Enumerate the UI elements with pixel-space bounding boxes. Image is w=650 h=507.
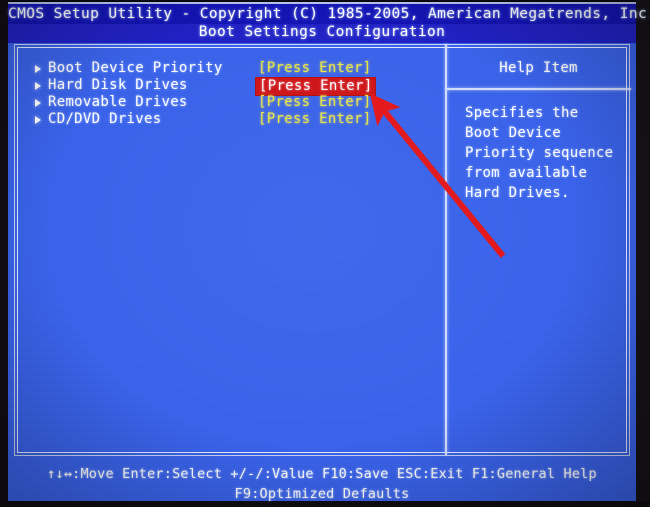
menu-item-removable-drives[interactable]: Removable Drives [Press Enter] — [8, 94, 445, 111]
key-legend-bar: ↑↓↔:Move Enter:Select +/-/:Value F10:Sav… — [8, 458, 636, 502]
bios-screen: CMOS Setup Utility - Copyright (C) 1985-… — [0, 0, 650, 507]
triangle-right-icon — [35, 82, 41, 90]
menu-item-label: Removable Drives — [48, 94, 188, 110]
page-title: Boot Settings Configuration — [198, 24, 446, 40]
menu-item-cd-dvd-drives[interactable]: CD/DVD Drives [Press Enter] — [8, 111, 445, 128]
screen-bezel-left — [0, 0, 8, 507]
help-panel-body: Specifies the Boot Device Priority seque… — [465, 103, 640, 203]
menu-item-boot-device-priority[interactable]: Boot Device Priority [Press Enter] — [8, 60, 445, 77]
triangle-right-icon — [35, 65, 41, 73]
menu-item-value[interactable]: [Press Enter] — [258, 60, 371, 77]
screen-bezel-right — [636, 0, 650, 507]
menu-item-value[interactable]: [Press Enter] — [258, 111, 371, 128]
main-field: Boot Device Priority [Press Enter] Hard … — [8, 43, 636, 501]
title-bar: CMOS Setup Utility - Copyright (C) 1985-… — [8, 2, 650, 24]
menu-item-label: Hard Disk Drives — [48, 77, 188, 93]
triangle-right-icon — [35, 99, 41, 107]
help-line: Hard Drives. — [465, 185, 570, 201]
subtitle-bar: Boot Settings Configuration — [8, 24, 636, 43]
help-line: Priority sequence — [465, 145, 614, 161]
key-legend-line-1: ↑↓↔:Move Enter:Select +/-/:Value F10:Sav… — [47, 466, 597, 482]
help-line: Specifies the — [465, 105, 579, 121]
help-line: Boot Device — [465, 125, 562, 141]
key-legend-line-2: F9:Optimized Defaults — [234, 486, 410, 502]
menu-item-value[interactable]: [Press Enter] — [258, 94, 371, 111]
boot-settings-option-list: Boot Device Priority [Press Enter] Hard … — [8, 60, 445, 128]
panel-vertical-divider — [445, 44, 447, 455]
menu-item-label: Boot Device Priority — [48, 60, 223, 76]
help-line: from available — [465, 165, 588, 181]
menu-item-label: CD/DVD Drives — [48, 111, 162, 127]
triangle-right-icon — [35, 116, 41, 124]
help-title-divider — [446, 88, 631, 90]
window-title: CMOS Setup Utility - Copyright (C) 1985-… — [8, 6, 650, 22]
menu-item-hard-disk-drives[interactable]: Hard Disk Drives [Press Enter] — [8, 77, 445, 96]
help-panel-title: Help Item — [499, 60, 578, 76]
